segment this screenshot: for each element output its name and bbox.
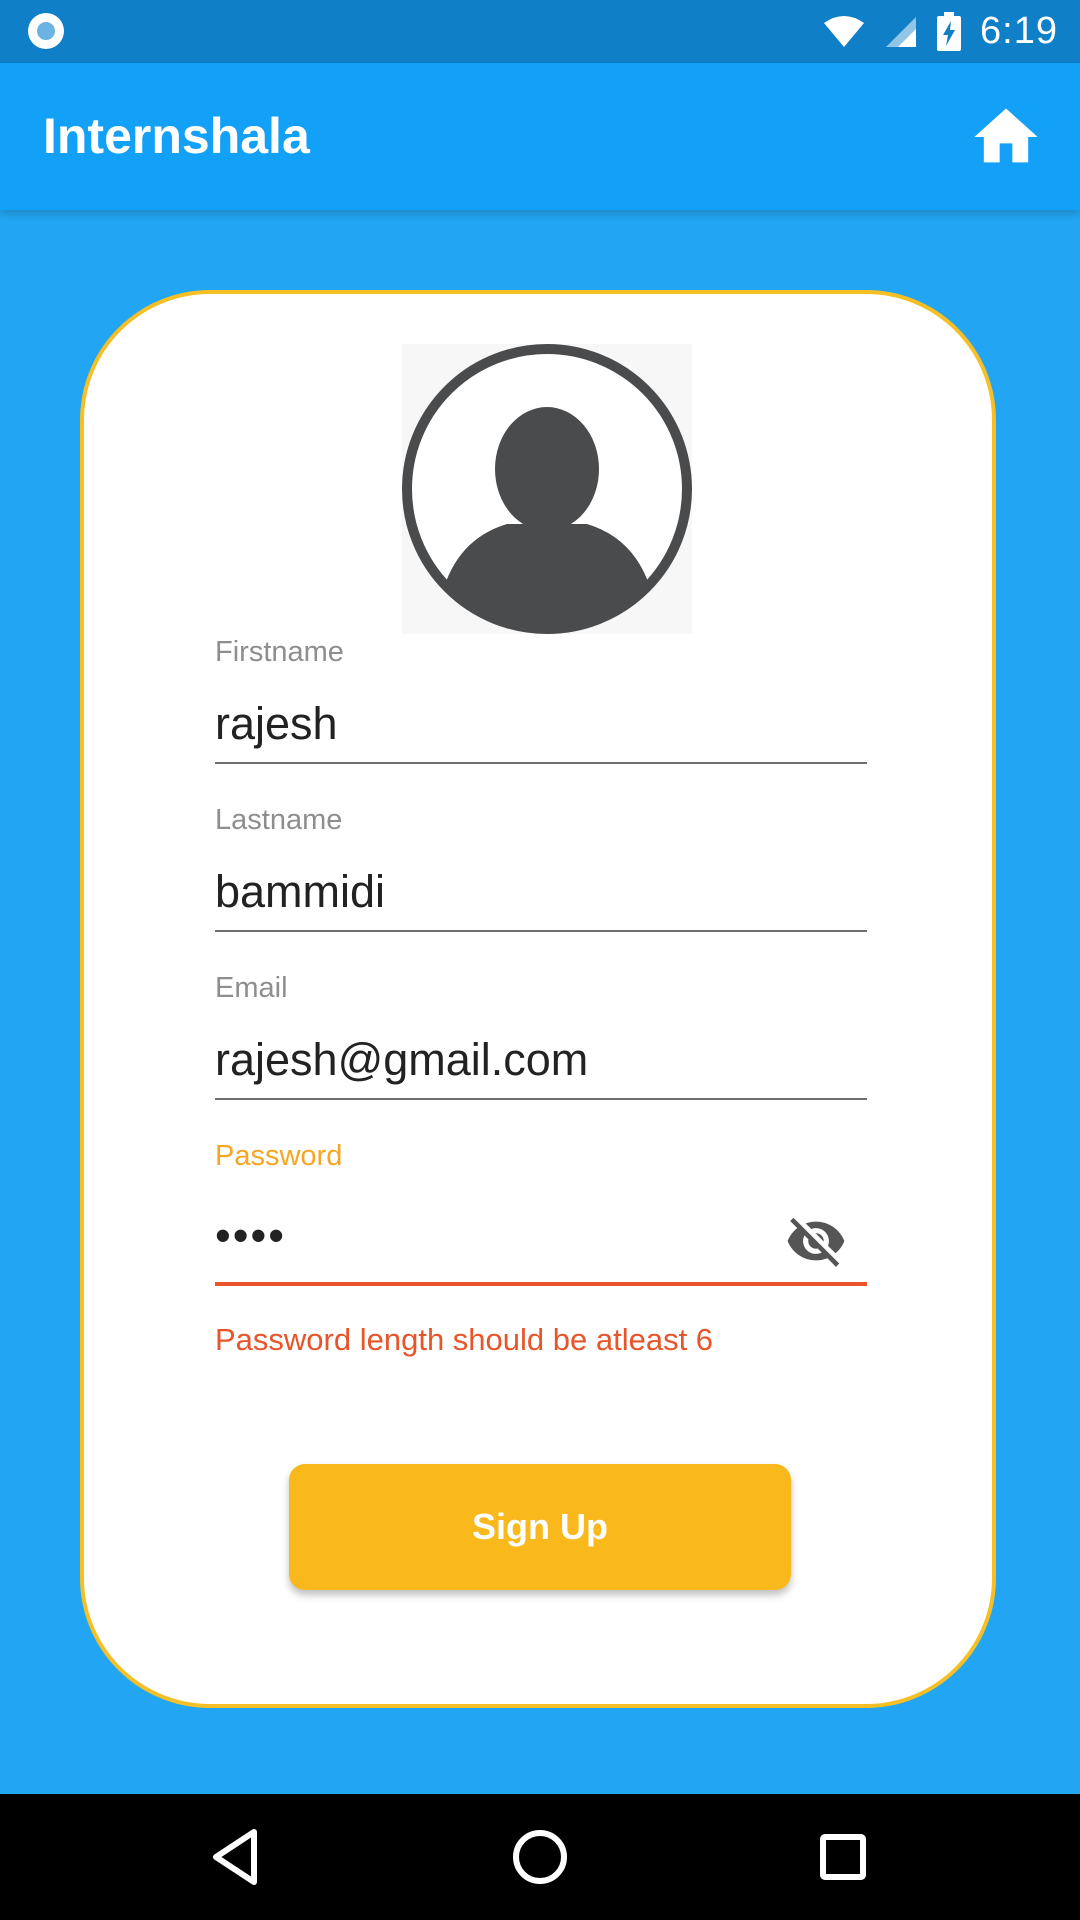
status-icons: 6:19 xyxy=(822,0,1058,63)
password-error-text: Password length should be atleast 6 xyxy=(215,1322,714,1357)
home-nav-button[interactable] xyxy=(507,1824,573,1890)
home-circle-icon xyxy=(513,1830,567,1884)
email-field[interactable]: Email rajesh@gmail.com xyxy=(215,970,867,1100)
password-field[interactable]: Password •••• xyxy=(215,1138,867,1286)
firstname-underline xyxy=(215,762,867,764)
password-underline xyxy=(215,1282,867,1286)
home-button[interactable] xyxy=(968,99,1044,175)
signal-icon xyxy=(886,16,917,47)
lastname-field[interactable]: Lastname bammidi xyxy=(215,802,867,932)
lastname-label: Lastname xyxy=(215,804,343,836)
firstname-input[interactable]: rajesh xyxy=(215,694,867,754)
back-button[interactable] xyxy=(204,1824,270,1890)
recents-square-icon xyxy=(820,1834,866,1880)
email-label: Email xyxy=(215,972,288,1004)
email-underline xyxy=(215,1098,867,1100)
firstname-field[interactable]: Firstname rajesh xyxy=(215,634,867,764)
status-time: 6:19 xyxy=(980,10,1058,52)
sign-up-button[interactable]: Sign Up xyxy=(289,1464,791,1590)
password-input[interactable]: •••• xyxy=(215,1206,867,1266)
back-triangle-icon xyxy=(213,1829,257,1885)
email-input[interactable]: rajesh@gmail.com xyxy=(215,1030,867,1090)
home-icon xyxy=(974,108,1038,163)
recents-button[interactable] xyxy=(810,1824,876,1890)
status-bar: 6:19 xyxy=(0,0,1080,63)
signup-card: Firstname rajesh Lastname bammidi Email … xyxy=(80,290,996,1708)
app-bar: Internshala xyxy=(0,63,1080,210)
firstname-label: Firstname xyxy=(215,636,344,668)
password-visibility-toggle[interactable] xyxy=(785,1210,847,1272)
password-label: Password xyxy=(215,1140,343,1172)
wifi-icon xyxy=(824,15,865,47)
app-title: Internshala xyxy=(43,108,310,164)
navigation-bar xyxy=(0,1794,1080,1920)
battery-charging-icon xyxy=(937,11,962,51)
avatar[interactable] xyxy=(402,344,692,634)
user-avatar-icon xyxy=(402,344,692,634)
lastname-underline xyxy=(215,930,867,932)
lastname-input[interactable]: bammidi xyxy=(215,862,867,922)
notification-dot-icon xyxy=(28,13,64,49)
visibility-off-icon xyxy=(787,1217,845,1267)
